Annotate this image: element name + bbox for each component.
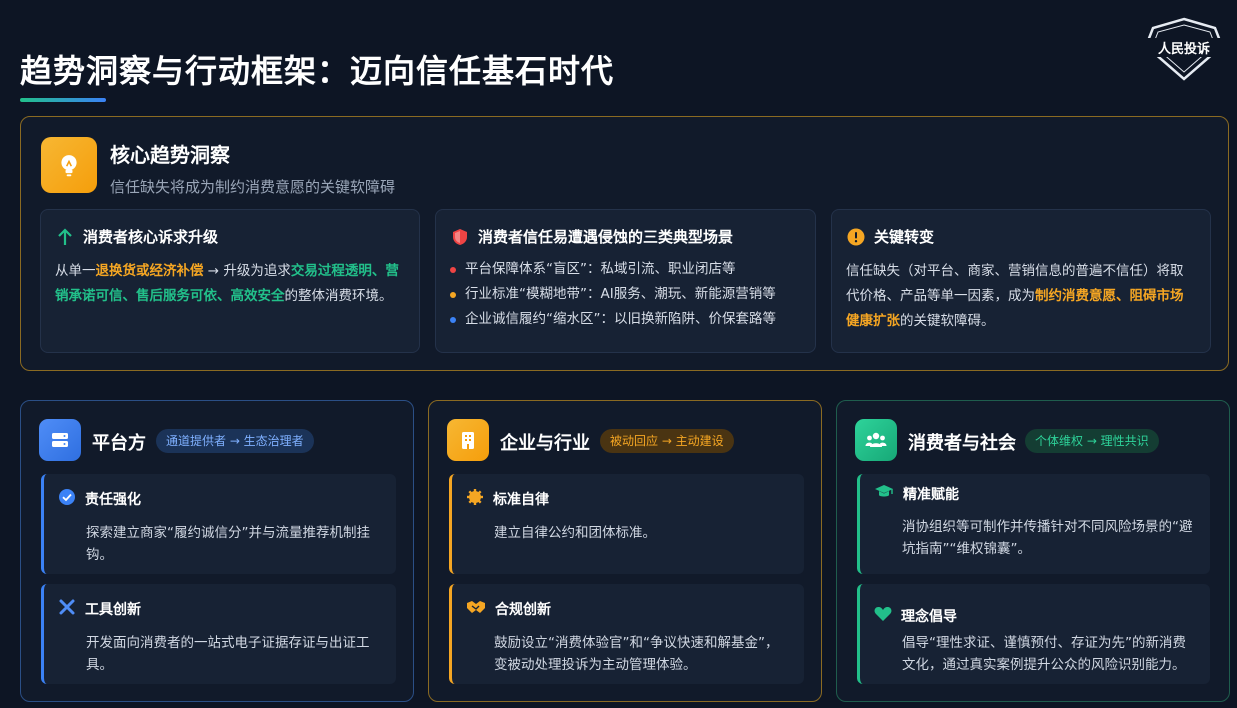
item-body: 倡导“理性求证、谨慎预付、存证为先”的新消费文化，通过真实案例提升公众的风险识别… <box>902 635 1186 673</box>
item-title: 合规创新 <box>495 602 551 618</box>
card-consumer-upgrade: 消费者核心诉求升级 从单一退换货或经济补偿 → 升级为追求交易过程透明、营销承诺… <box>40 209 420 353</box>
card-title: 消费者核心诉求升级 <box>83 228 219 246</box>
panel-platform: 平台方 通道提供者 → 生态治理者 责任强化 探索建立商家“履约诚信分”并与流量… <box>20 400 414 702</box>
action-item: 责任强化 探索建立商家“履约诚信分”并与流量推荐机制挂钩。 <box>41 474 396 574</box>
shield-icon <box>450 227 470 247</box>
item-title: 工具创新 <box>85 602 141 618</box>
item-body: 探索建立商家“履约诚信分”并与流量推荐机制挂钩。 <box>86 525 370 563</box>
card-title: 关键转变 <box>874 228 935 246</box>
logo: 人民投诉 <box>1143 16 1225 82</box>
list-item: 企业诚信履约“缩水区”：以旧换新陷阱、价保套路等 <box>450 307 801 332</box>
panel-title: 企业与行业 <box>500 433 590 454</box>
action-item: 标准自律 建立自律公约和团体标准。 <box>449 474 804 574</box>
panel-title: 平台方 <box>92 433 146 454</box>
panel-title: 消费者与社会 <box>908 433 1016 454</box>
list-item: 平台保障体系“盲区”：私域引流、职业闭店等 <box>450 257 801 282</box>
item-title: 标准自律 <box>493 492 549 508</box>
core-trend-section: 核心趋势洞察 信任缺失将成为制约消费意愿的关键软障碍 消费者核心诉求升级 从单一… <box>20 116 1229 371</box>
page-title: 趋势洞察与行动框架：迈向信任基石时代 <box>20 52 615 90</box>
card-text: 从单一退换货或经济补偿 → 升级为追求交易过程透明、营销承诺可信、售后服务可依、… <box>55 263 399 304</box>
tools-icon <box>58 598 76 620</box>
handshake-icon <box>466 598 486 620</box>
panel-tag: 被动回应 → 主动建设 <box>600 429 734 453</box>
item-body: 建立自律公约和团体标准。 <box>494 525 656 541</box>
title-underline <box>20 98 106 102</box>
trend-subtitle: 信任缺失将成为制约消费意愿的关键软障碍 <box>110 178 396 196</box>
panel-enterprise: 企业与行业 被动回应 → 主动建设 标准自律 建立自律公约和团体标准。 合规创新… <box>428 400 822 702</box>
lightbulb-icon <box>41 137 97 193</box>
item-title: 理念倡导 <box>901 609 957 625</box>
trend-title: 核心趋势洞察 <box>110 143 230 167</box>
action-item: 工具创新 开发面向消费者的一站式电子证据存证与出证工具。 <box>41 584 396 684</box>
panel-society: 消费者与社会 个体维权 → 理性共识 精准赋能 消协组织等可制作并传播针对不同风… <box>836 400 1230 702</box>
card-key-shift: 关键转变 信任缺失（对平台、商家、营销信息的普遍不信任）将取代价格、产品等单一因… <box>831 209 1211 353</box>
card-text: 信任缺失（对平台、商家、营销信息的普遍不信任）将取代价格、产品等单一因素，成为制… <box>846 263 1184 329</box>
check-circle-icon <box>58 488 76 510</box>
arrow-up-icon <box>55 227 75 247</box>
graduation-cap-icon <box>874 484 894 504</box>
logo-text: 人民投诉 <box>1143 38 1225 57</box>
badge-star-icon <box>466 488 484 510</box>
panel-tag: 个体维权 → 理性共识 <box>1025 429 1159 453</box>
users-icon <box>855 419 897 461</box>
card-title: 消费者信任易遭遇侵蚀的三类典型场景 <box>478 228 734 246</box>
action-item: 理念倡导 倡导“理性求证、谨慎预付、存证为先”的新消费文化，通过真实案例提升公众… <box>857 584 1210 684</box>
panel-tag: 通道提供者 → 生态治理者 <box>156 429 314 453</box>
card-trust-scenes: 消费者信任易遭遇侵蚀的三类典型场景 平台保障体系“盲区”：私域引流、职业闭店等 … <box>435 209 816 353</box>
action-item: 合规创新 鼓励设立“消费体验官”和“争议快速和解基金”，变被动处理投诉为主动管理… <box>449 584 804 684</box>
item-title: 责任强化 <box>85 492 141 508</box>
heart-icon <box>874 606 892 626</box>
list-item: 行业标准“模糊地带”：AI服务、潮玩、新能源营销等 <box>450 282 801 307</box>
server-icon <box>39 419 81 461</box>
item-body: 消协组织等可制作并传播针对不同风险场景的“避坑指南”“维权锦囊”。 <box>902 519 1193 557</box>
alert-icon <box>846 227 866 247</box>
building-icon <box>447 419 489 461</box>
item-body: 开发面向消费者的一站式电子证据存证与出证工具。 <box>86 635 370 673</box>
action-item: 精准赋能 消协组织等可制作并传播针对不同风险场景的“避坑指南”“维权锦囊”。 <box>857 474 1210 574</box>
scene-list: 平台保障体系“盲区”：私域引流、职业闭店等 行业标准“模糊地带”：AI服务、潮玩… <box>450 257 801 332</box>
item-title: 精准赋能 <box>903 487 959 503</box>
item-body: 鼓励设立“消费体验官”和“争议快速和解基金”，变被动处理投诉为主动管理体验。 <box>494 635 779 673</box>
